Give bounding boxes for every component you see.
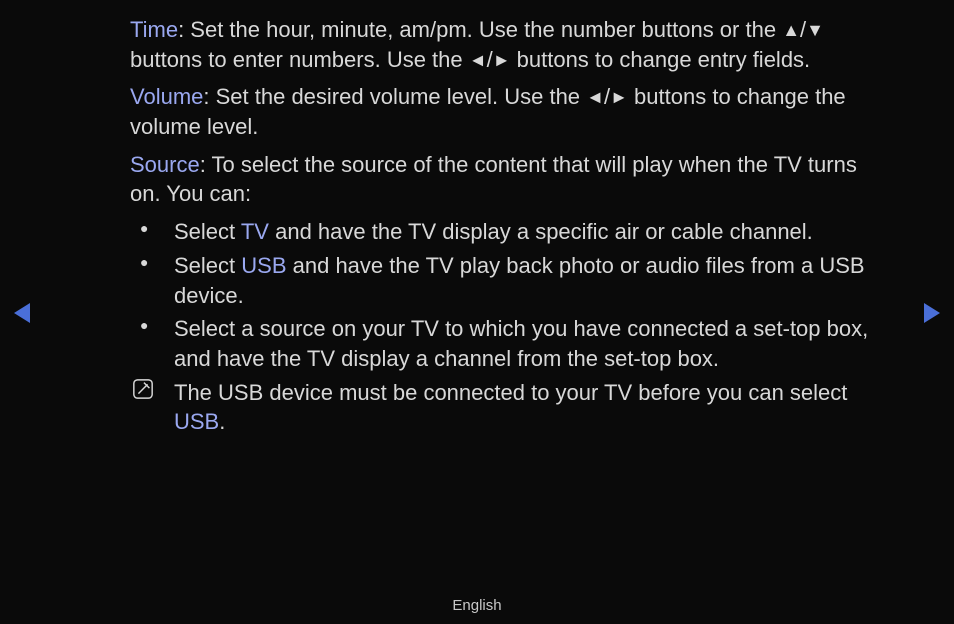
keyword-source: Source xyxy=(130,152,200,177)
keyword-usb: USB xyxy=(241,253,286,278)
content-area: Time: Set the hour, minute, am/pm. Use t… xyxy=(0,0,954,437)
text: : To select the source of the content th… xyxy=(130,152,857,207)
list-item: Select USB and have the TV play back pho… xyxy=(174,251,888,310)
list-item: Select TV and have the TV display a spec… xyxy=(174,217,888,247)
keyword-usb: USB xyxy=(174,409,219,434)
footer-language: English xyxy=(0,596,954,616)
text: . xyxy=(219,409,225,434)
left-arrow-icon: ◄ xyxy=(469,50,487,70)
keyword-time: Time xyxy=(130,17,178,42)
text: buttons to enter numbers. Use the xyxy=(130,47,469,72)
bullet-list: Select TV and have the TV display a spec… xyxy=(130,217,888,437)
keyword-tv: TV xyxy=(241,219,269,244)
para-source: Source: To select the source of the cont… xyxy=(130,150,888,209)
down-arrow-icon: ▼ xyxy=(806,20,824,40)
text: The USB device must be connected to your… xyxy=(174,380,847,405)
left-arrow-icon: ◄ xyxy=(586,87,604,107)
text: buttons to change entry fields. xyxy=(511,47,811,72)
text: and have the TV display a specific air o… xyxy=(269,219,813,244)
para-time: Time: Set the hour, minute, am/pm. Use t… xyxy=(130,15,888,74)
text: : Set the desired volume level. Use the xyxy=(203,84,586,109)
text: Select xyxy=(174,253,241,278)
right-arrow-icon: ► xyxy=(493,50,511,70)
text: Select xyxy=(174,219,241,244)
para-volume: Volume: Set the desired volume level. Us… xyxy=(130,82,888,141)
right-arrow-icon: ► xyxy=(610,87,628,107)
list-item-note: The USB device must be connected to your… xyxy=(174,378,888,437)
note-icon xyxy=(132,378,154,400)
text: : Set the hour, minute, am/pm. Use the n… xyxy=(178,17,782,42)
keyword-volume: Volume xyxy=(130,84,203,109)
up-arrow-icon: ▲ xyxy=(782,20,800,40)
next-page-arrow[interactable] xyxy=(924,303,940,323)
list-item: Select a source on your TV to which you … xyxy=(174,314,888,373)
prev-page-arrow[interactable] xyxy=(14,303,30,323)
text: Select a source on your TV to which you … xyxy=(174,316,868,371)
